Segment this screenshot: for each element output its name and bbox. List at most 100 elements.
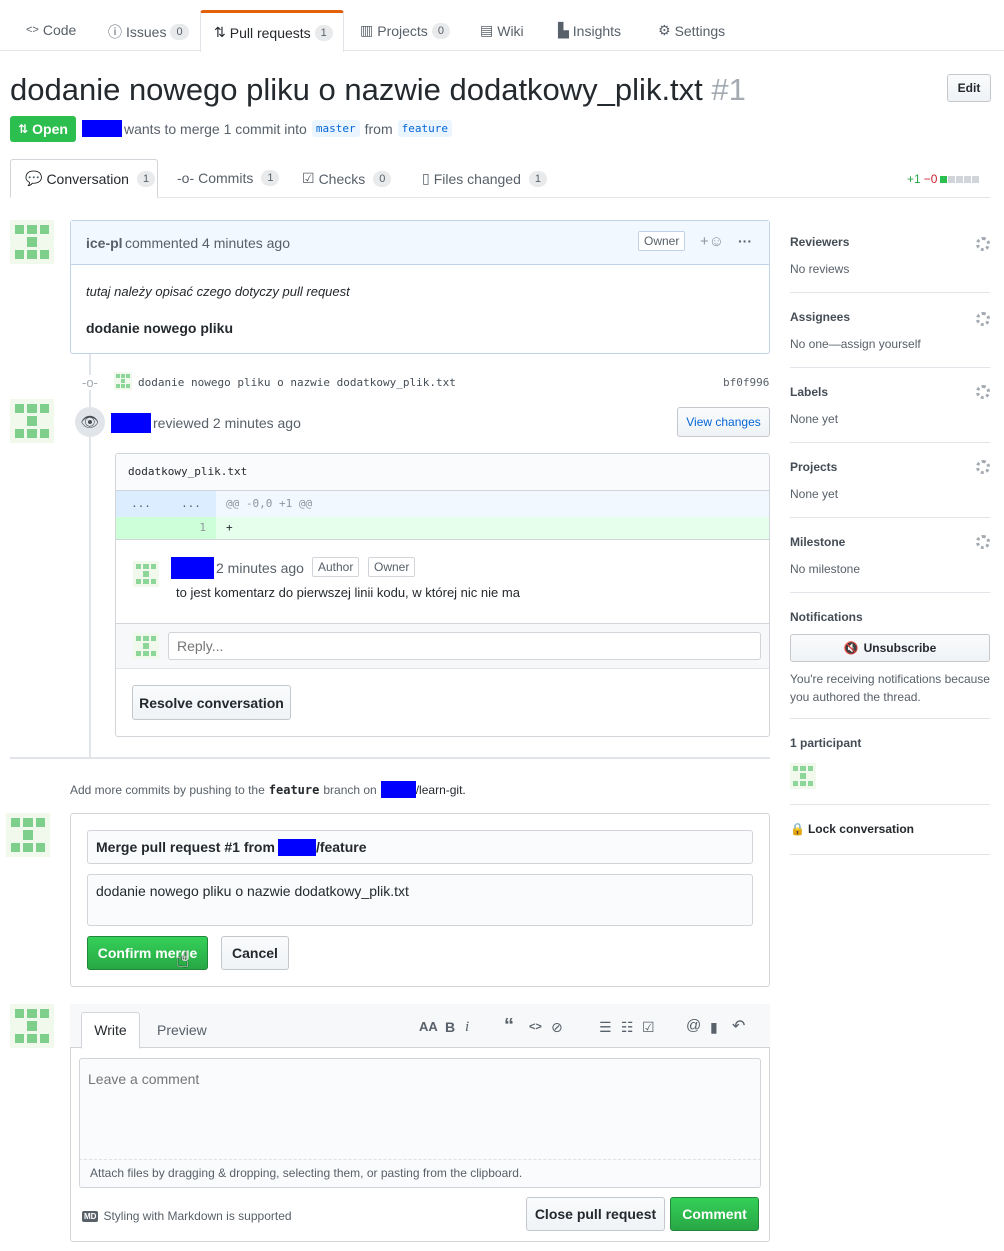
tab-checks[interactable]: ☑ Checks 0	[302, 170, 392, 187]
timeline-divider	[10, 757, 770, 759]
comment-time: 2 minutes ago	[216, 560, 304, 576]
pointer-cursor-icon: ☝	[176, 947, 190, 972]
comment-box: ice-pl commented 4 minutes ago Owner +☺ …	[70, 220, 770, 354]
line-number[interactable]: 1	[166, 517, 216, 539]
sidebar-milestone-value: No milestone	[790, 562, 861, 576]
gear-icon[interactable]	[976, 237, 990, 251]
tab-pull-requests[interactable]: ⇅ Pull requests 1	[200, 10, 344, 52]
confirm-merge-button[interactable]: Confirm merge	[87, 936, 208, 970]
edit-button[interactable]: Edit	[947, 74, 991, 102]
lock-conversation-link[interactable]: 🔒 Lock conversation	[790, 822, 914, 836]
mention-icon[interactable]: @	[686, 1017, 701, 1034]
comment-author[interactable]: ice-pl	[86, 235, 123, 251]
issue-icon: ⓘ	[108, 24, 122, 40]
tab-preview[interactable]: Preview	[157, 1022, 207, 1038]
bold-icon[interactable]: B	[445, 1019, 455, 1035]
owner-redacted[interactable]	[380, 781, 416, 798]
ordered-list-icon[interactable]: ☷	[621, 1019, 634, 1036]
comment-button[interactable]: Comment	[670, 1197, 759, 1231]
tab-code[interactable]: <> Code	[26, 22, 76, 38]
owner-badge: Owner	[638, 231, 686, 251]
hunk-expand-right[interactable]: ...	[166, 491, 216, 517]
participant-avatar[interactable]	[790, 763, 816, 789]
gear-icon[interactable]	[976, 312, 990, 326]
sidebar-notifications-note: You're receiving notifications because y…	[790, 672, 990, 704]
tab-wiki[interactable]: ▤ Wiki	[480, 22, 524, 39]
reaction-icon[interactable]: +☺	[700, 233, 724, 250]
hunk-expand-left[interactable]: ...	[116, 491, 166, 517]
comment-header: ice-pl commented 4 minutes ago Owner +☺ …	[71, 221, 769, 265]
merge-title-input[interactable]: Merge pull request #1 from /feature	[87, 830, 753, 864]
divider	[790, 517, 990, 518]
lock-icon: 🔒	[790, 822, 805, 836]
tab-issues[interactable]: ⓘ Issues 0	[108, 22, 189, 42]
commit-message[interactable]: dodanie nowego pliku o nazwie dodatkowy_…	[138, 376, 456, 389]
avatar[interactable]	[133, 561, 159, 587]
sidebar-labels-title[interactable]: Labels	[790, 385, 828, 399]
gear-icon[interactable]	[976, 460, 990, 474]
unsubscribe-button[interactable]: 🔇 Unsubscribe	[790, 634, 990, 662]
review-thread: dodatkowy_plik.txt ... ... @@ -0,0 +1 @@…	[115, 453, 770, 737]
book-icon: ▤	[480, 22, 494, 38]
gear-icon[interactable]	[976, 385, 990, 399]
base-branch[interactable]: master	[311, 120, 360, 137]
tab-commits[interactable]: -o- Commits 1	[177, 170, 280, 186]
sidebar-reviewers-title[interactable]: Reviewers	[790, 235, 849, 249]
divider	[790, 592, 990, 593]
tab-projects[interactable]: ▥ Projects 0	[360, 22, 450, 39]
commit-icon: -o-	[177, 170, 195, 186]
eye-icon: 👁	[75, 407, 105, 437]
avatar[interactable]	[6, 813, 50, 857]
view-changes-button[interactable]: View changes	[677, 407, 770, 437]
avatar-small[interactable]	[114, 372, 132, 390]
close-pull-request-button[interactable]: Close pull request	[526, 1197, 665, 1231]
owner-badge: Owner	[368, 557, 416, 577]
sidebar-assignees-value[interactable]: No one—assign yourself	[790, 337, 921, 351]
sidebar-projects-title[interactable]: Projects	[790, 460, 837, 474]
italic-icon[interactable]: i	[465, 1019, 469, 1036]
commit-sha[interactable]: bf0f996	[723, 376, 769, 389]
divider	[790, 367, 990, 368]
merge-message-textarea[interactable]: dodanie nowego pliku o nazwie dodatkowy_…	[87, 874, 753, 926]
unordered-list-icon[interactable]: ☰	[599, 1019, 612, 1036]
tab-write[interactable]: Write	[81, 1012, 140, 1049]
reply-input[interactable]	[168, 632, 761, 660]
pr-title: dodanie nowego pliku o nazwie dodatkowy_…	[10, 72, 703, 107]
repo-link[interactable]: /learn-git.	[416, 783, 466, 797]
text-size-icon[interactable]: AA	[419, 1019, 438, 1034]
avatar[interactable]	[10, 220, 54, 264]
avatar[interactable]	[10, 1004, 54, 1048]
link-icon[interactable]: ⊘	[551, 1019, 563, 1036]
cancel-button[interactable]: Cancel	[221, 936, 289, 970]
tab-files-changed[interactable]: ▯ Files changed 1	[422, 170, 548, 187]
sidebar-projects-value: None yet	[790, 487, 839, 501]
comment-textarea[interactable]	[79, 1058, 761, 1159]
sidebar-milestone-title[interactable]: Milestone	[790, 535, 845, 549]
markdown-icon: MD	[82, 1210, 99, 1222]
author-redacted[interactable]	[82, 120, 122, 137]
graph-icon: ▙	[558, 22, 569, 38]
avatar[interactable]	[133, 633, 159, 659]
markdown-hint[interactable]: MD Styling with Markdown is supported	[82, 1209, 292, 1223]
divider	[790, 718, 990, 719]
gear-icon[interactable]	[976, 535, 990, 549]
file-name[interactable]: dodatkowy_plik.txt	[128, 465, 247, 478]
diff-line: 1 +	[116, 517, 769, 539]
file-header: dodatkowy_plik.txt	[116, 454, 769, 491]
code-icon[interactable]: <>	[529, 1021, 542, 1033]
task-list-icon[interactable]: ☑	[642, 1019, 655, 1036]
tab-settings[interactable]: ⚙ Settings	[658, 22, 725, 39]
more-icon[interactable]: ···	[738, 233, 752, 249]
commenter-redacted[interactable]	[171, 557, 214, 579]
avatar[interactable]	[10, 399, 54, 443]
reply-icon[interactable]: ↶	[732, 1016, 745, 1036]
sidebar-assignees-title[interactable]: Assignees	[790, 310, 850, 324]
bookmark-icon[interactable]: ▮	[710, 1019, 718, 1036]
attach-hint[interactable]: Attach files by dragging & dropping, sel…	[79, 1159, 761, 1188]
reviewer-redacted[interactable]	[111, 413, 151, 433]
head-branch[interactable]: feature	[397, 120, 452, 137]
quote-icon[interactable]: “	[504, 1015, 514, 1038]
tab-conversation[interactable]: 💬 Conversation 1	[10, 159, 158, 198]
tab-insights[interactable]: ▙ Insights	[558, 22, 621, 39]
resolve-conversation-button[interactable]: Resolve conversation	[132, 685, 291, 720]
